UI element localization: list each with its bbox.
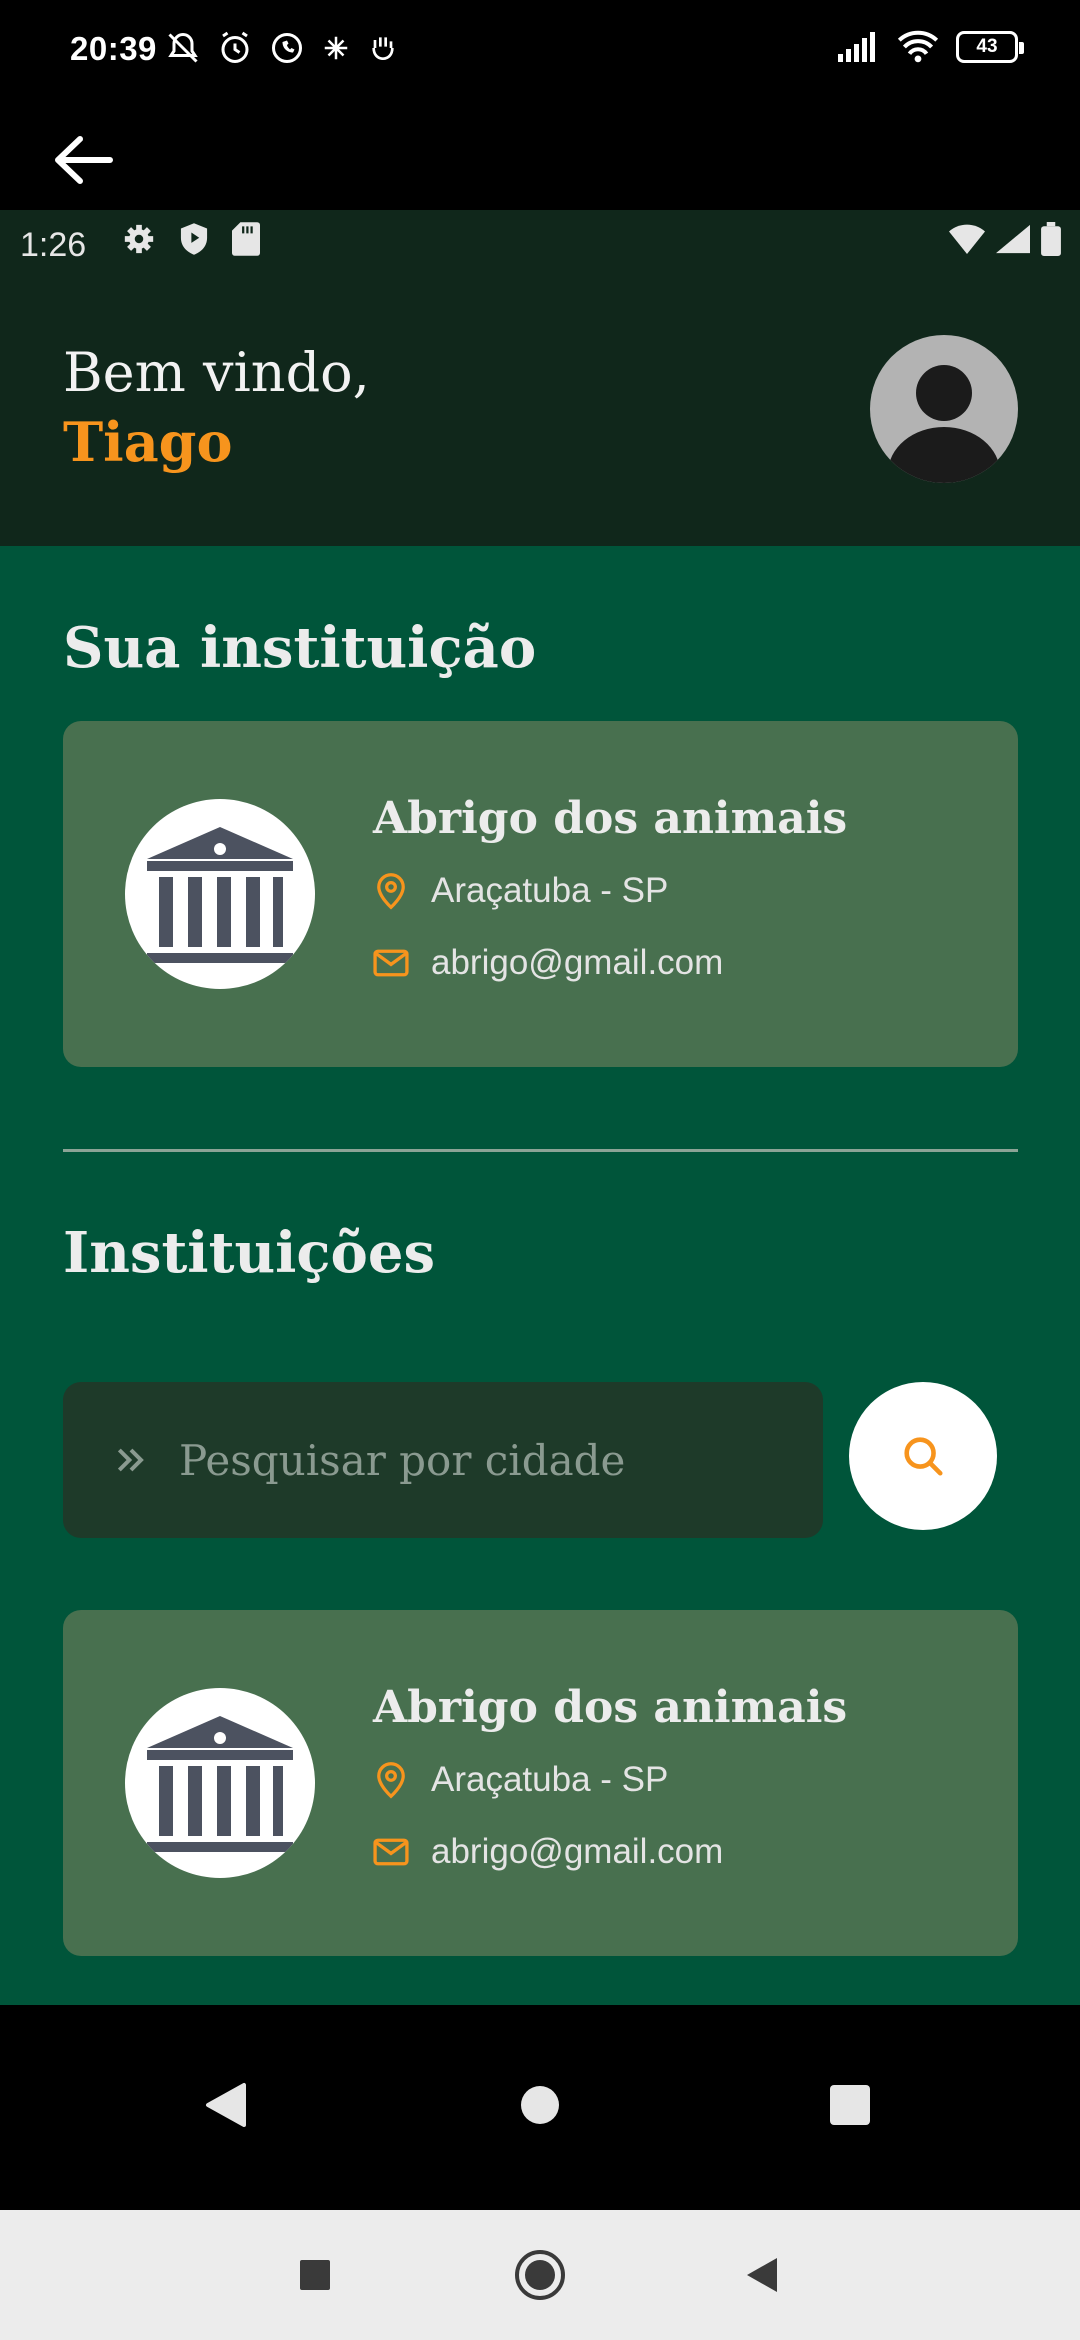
shield-icon (180, 223, 208, 255)
location-pin-icon (373, 1762, 409, 1799)
status-time: 20:39 (70, 30, 157, 67)
my-institution-title: Sua instituição (63, 615, 537, 681)
city-search-input[interactable] (179, 1435, 779, 1485)
circle-home-icon (515, 2250, 565, 2300)
notification-icons (165, 30, 399, 66)
app-header: 1:26 Bem vindo, Tiago (0, 210, 1080, 546)
outer-navigation-bar (0, 2210, 1080, 2340)
system-icons: 43 (836, 30, 1024, 64)
whatsapp-icon (272, 33, 302, 63)
section-divider (63, 1149, 1018, 1152)
square-recents-icon (830, 2085, 870, 2125)
institution-location: Araçatuba - SP (373, 1760, 668, 1800)
inner-battery-icon (1041, 222, 1061, 256)
outer-nav-recents-button[interactable] (275, 2235, 355, 2315)
search-icon (904, 1437, 943, 1476)
sd-card-icon (232, 222, 260, 256)
inner-notification-icons (122, 222, 260, 256)
institution-list-item[interactable]: Abrigo dos animais Araçatuba - SP abrigo… (63, 1610, 1018, 1956)
alarm-icon (221, 31, 249, 63)
sparkle-icon (324, 36, 348, 60)
welcome-text: Bem vindo, (63, 341, 370, 404)
location-pin-icon (373, 873, 409, 910)
institution-location: Araçatuba - SP (373, 871, 668, 911)
institution-email-text: abrigo@gmail.com (431, 943, 724, 982)
inner-signal-icon (996, 224, 1030, 254)
inner-nav-recents-button[interactable] (810, 2065, 890, 2145)
inner-navigation-bar (0, 2005, 1080, 2210)
institution-building-icon (125, 1688, 315, 1878)
city-search-field[interactable] (63, 1382, 823, 1538)
wifi-icon (897, 30, 939, 63)
triangle-back-icon (747, 2258, 777, 2292)
user-name: Tiago (63, 410, 233, 474)
inner-system-icons (948, 222, 1062, 256)
inner-wifi-icon (949, 224, 985, 254)
battery-level: 43 (976, 36, 998, 57)
institutions-title: Instituições (63, 1220, 436, 1286)
outer-nav-home-button[interactable] (500, 2235, 580, 2315)
institution-email: abrigo@gmail.com (373, 943, 723, 983)
square-recents-icon (300, 2260, 330, 2290)
institution-name: Abrigo dos animais (373, 1682, 848, 1733)
my-institution-card[interactable]: Abrigo dos animais Araçatuba - SP abrigo… (63, 721, 1018, 1067)
inner-nav-back-button[interactable] (186, 2065, 266, 2145)
user-avatar-icon[interactable] (870, 335, 1018, 483)
institution-location-text: Araçatuba - SP (431, 1760, 669, 1799)
institution-location-text: Araçatuba - SP (431, 871, 669, 910)
toolbar (0, 105, 1080, 210)
institution-name: Abrigo dos animais (373, 793, 848, 844)
signal-icon (838, 32, 875, 62)
mail-icon (373, 1834, 409, 1870)
inner-status-time: 1:26 (20, 226, 87, 264)
double-chevron-right-icon (117, 1448, 144, 1472)
outer-nav-back-button[interactable] (722, 2235, 802, 2315)
inner-status-bar: 1:26 (0, 210, 1080, 280)
circle-home-icon (521, 2086, 559, 2124)
institution-email-text: abrigo@gmail.com (431, 1832, 724, 1871)
triangle-back-icon (206, 2083, 246, 2127)
inner-nav-home-button[interactable] (500, 2065, 580, 2145)
search-button[interactable] (849, 1382, 997, 1530)
app-screen: 1:26 Bem vindo, Tiago Sua instituição Ab… (0, 210, 1080, 2005)
battery-indicator: 43 (956, 31, 1024, 63)
institution-building-icon (125, 799, 315, 989)
hand-icon (372, 37, 394, 61)
outer-status-bar: 20:39 43 (0, 0, 1080, 105)
settings-gear-icon (124, 224, 154, 254)
back-arrow-icon[interactable] (52, 135, 114, 185)
mail-icon (373, 945, 409, 981)
institution-email: abrigo@gmail.com (373, 1832, 723, 1872)
muted-bell-icon (168, 32, 198, 63)
